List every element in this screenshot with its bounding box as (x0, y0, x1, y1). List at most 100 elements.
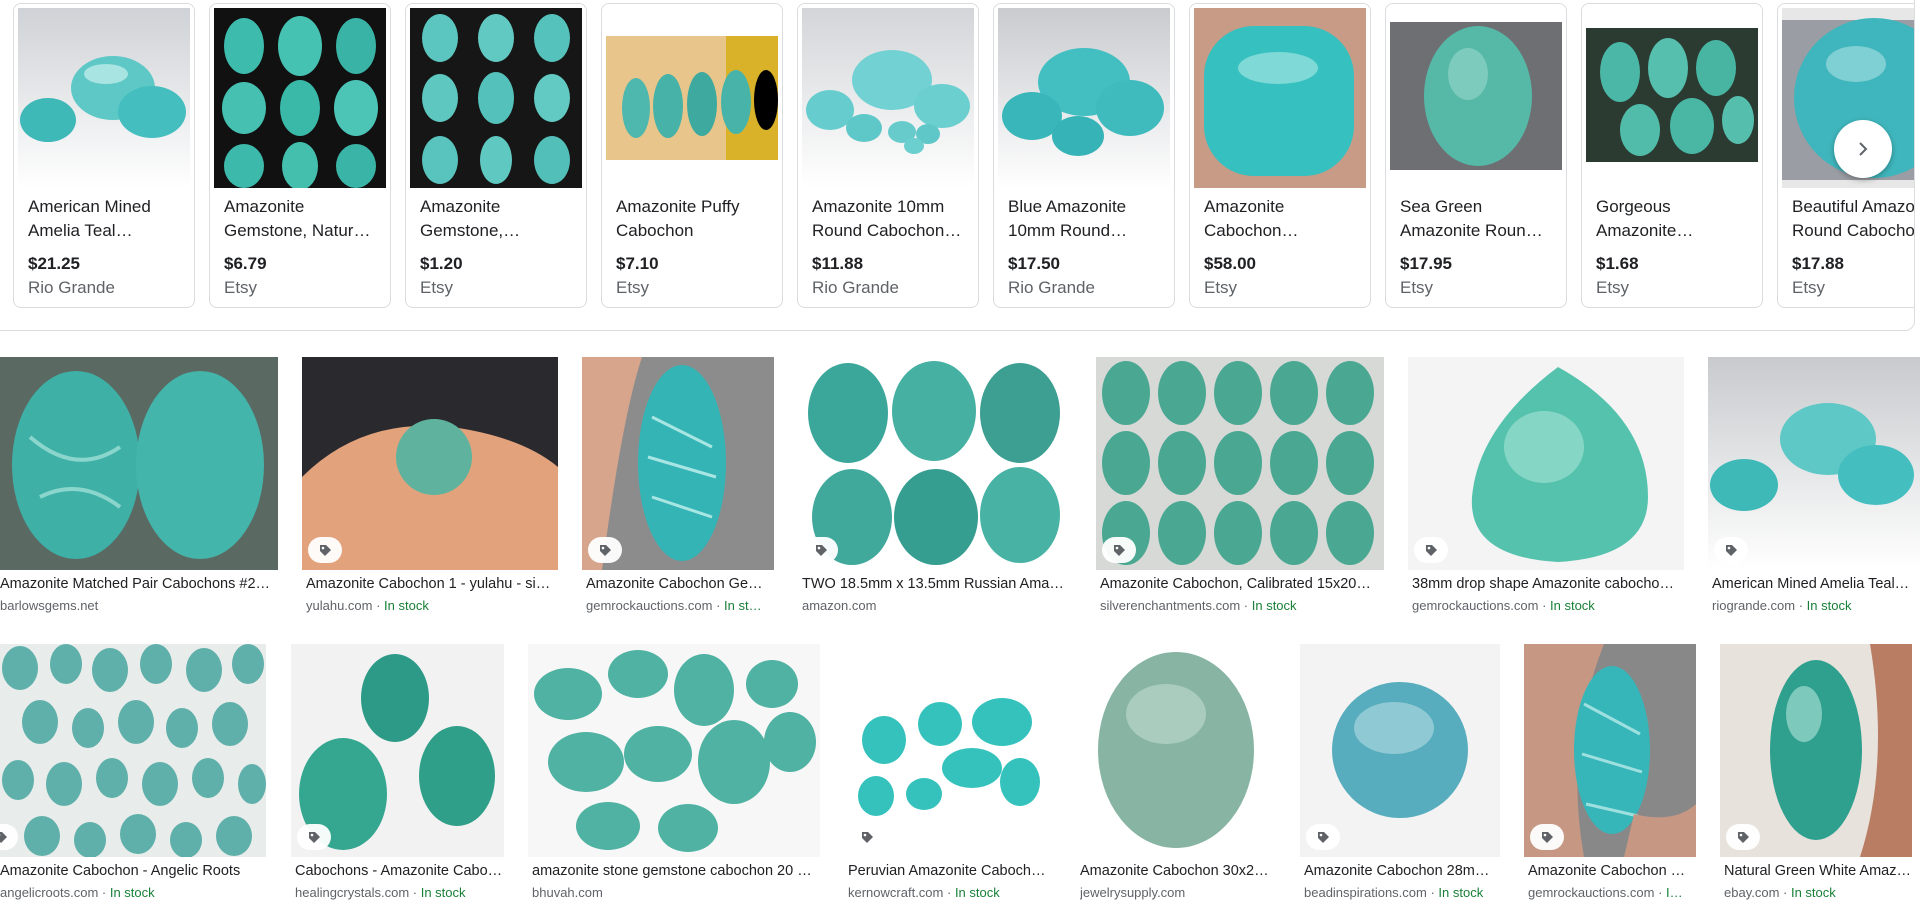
result-source: yulahu.com · In stock (306, 598, 429, 613)
price-tag-icon (600, 545, 611, 556)
product-seller: Etsy (616, 278, 650, 297)
product-price: $1.68 (1596, 254, 1639, 273)
product-seller: Etsy (1400, 278, 1434, 297)
product-title[interactable]: Blue Amazonite 10mm Round Cabochon (1008, 195, 1160, 243)
product-card[interactable]: Amazonite Cabochon Gemstone $58.00 Etsy (1189, 3, 1371, 308)
shopping-tag (588, 537, 622, 563)
image-result[interactable]: American Mined Amelia Teal… riogrande.co… (1708, 357, 1920, 619)
product-title[interactable]: Amazonite Gemstone, Amazonite Cabochon (420, 195, 572, 243)
product-title[interactable]: Amazonite Gemstone, Natural Amazonite (224, 195, 376, 243)
product-seller: Etsy (1596, 278, 1630, 297)
result-caption[interactable]: Cabochons - Amazonite Cabo… (295, 863, 504, 879)
product-seller: Etsy (1792, 278, 1826, 297)
price-tag-icon (1114, 545, 1125, 556)
product-card[interactable]: American Mined Amelia Teal Amazonite $21… (13, 3, 195, 308)
product-title[interactable]: American Mined Amelia Teal Amazonite (28, 195, 180, 243)
result-source: gemrockauctions.com · In st… (586, 598, 762, 613)
product-title[interactable]: Amazonite Puffy Cabochon (616, 195, 768, 243)
shopping-tag (1306, 824, 1340, 850)
result-image (1096, 357, 1384, 570)
product-card[interactable]: Amazonite Gemstone, Natural Amazonite $6… (209, 3, 391, 308)
result-source: riogrande.com · In stock (1712, 598, 1852, 613)
result-caption[interactable]: Amazonite Cabochon 1 - yulahu - si… (306, 576, 558, 592)
price-tag-icon (1738, 832, 1749, 843)
result-caption[interactable]: TWO 18.5mm x 13.5mm Russian Ama… (802, 576, 1072, 592)
result-caption[interactable]: Peruvian Amazonite Caboch… (848, 863, 1052, 879)
shopping-tag (308, 537, 342, 563)
result-source: bhuvah.com (532, 885, 603, 900)
carousel-next-button[interactable] (1834, 120, 1892, 178)
result-caption[interactable]: Amazonite Cabochon 28m… (1304, 863, 1500, 879)
product-price: $6.79 (224, 254, 267, 273)
result-caption[interactable]: amazonite stone gemstone cabochon 20 … (532, 863, 820, 879)
image-result[interactable]: Amazonite Cabochon 30x2… jewelrysupply.c… (1076, 644, 1276, 906)
image-result[interactable]: Peruvian Amazonite Caboch… kernowcraft.c… (844, 644, 1052, 906)
product-card[interactable]: Gorgeous Amazonite Cabochon $1.68 Etsy (1581, 3, 1763, 308)
price-tag-icon (1542, 832, 1553, 843)
product-card[interactable]: Blue Amazonite 10mm Round Cabochon $17.5… (993, 3, 1175, 308)
product-seller: Etsy (420, 278, 454, 297)
product-price: $7.10 (616, 254, 659, 273)
shopping-tag (297, 824, 331, 850)
price-tag-icon (320, 545, 331, 556)
result-caption[interactable]: Amazonite Cabochon, Calibrated 15x20… (1100, 576, 1384, 592)
result-image (0, 357, 278, 570)
result-source: amazon.com (802, 598, 877, 613)
result-caption[interactable]: 38mm drop shape Amazonite cabocho… (1412, 576, 1684, 592)
result-caption[interactable]: Natural Green White Amaz… (1724, 863, 1912, 879)
result-source: jewelrysupply.com (1080, 885, 1186, 900)
image-result[interactable]: Cabochons - Amazonite Cabo… healingcryst… (291, 644, 504, 906)
product-image (802, 8, 974, 188)
product-seller: Rio Grande (1008, 278, 1095, 297)
shopping-tag (1102, 537, 1136, 563)
result-caption[interactable]: Amazonite Matched Pair Cabochons #24… (0, 576, 278, 592)
image-result[interactable]: Amazonite Matched Pair Cabochons #24… ba… (0, 357, 278, 619)
product-image (1586, 8, 1758, 188)
result-caption[interactable]: American Mined Amelia Teal… (1712, 576, 1920, 592)
image-result[interactable]: Amazonite Cabochon Ge… gemrockauctions.c… (582, 357, 774, 619)
image-result[interactable]: Amazonite Cabochon, Calibrated 15x20… si… (1096, 357, 1384, 619)
result-caption[interactable]: Amazonite Cabochon - Angelic Roots (0, 863, 266, 879)
product-card[interactable]: Amazonite Puffy Cabochon $7.10 Etsy (601, 3, 783, 308)
image-result[interactable]: Amazonite Cabochon 1 - yulahu - si… yula… (302, 357, 558, 619)
product-seller: Rio Grande (812, 278, 899, 297)
result-source: gemrockauctions.com · I… (1528, 885, 1683, 900)
shopping-tag (1714, 537, 1748, 563)
result-source: silverenchantments.com · In stock (1100, 598, 1297, 613)
image-result[interactable]: amazonite stone gemstone cabochon 20 … b… (528, 644, 820, 906)
product-image (214, 8, 386, 188)
image-result[interactable]: Amazonite Cabochon … gemrockauctions.com… (1524, 644, 1696, 906)
product-price: $1.20 (420, 254, 463, 273)
product-title[interactable]: Beautiful Amazonite Round Cabochon (1792, 195, 1914, 243)
image-result[interactable]: TWO 18.5mm x 13.5mm Russian Ama… amazon.… (798, 357, 1072, 619)
product-title[interactable]: Sea Green Amazonite Round Cabochon (1400, 195, 1552, 243)
image-result[interactable]: Amazonite Cabochon 28m… beadinspirations… (1300, 644, 1500, 906)
product-title[interactable]: Amazonite 10mm Round Cabochon Gemstone (812, 195, 964, 243)
result-image (1076, 644, 1276, 857)
product-image (1390, 8, 1562, 188)
result-caption[interactable]: Amazonite Cabochon … (1528, 863, 1696, 879)
product-title[interactable]: Gorgeous Amazonite Cabochon (1596, 195, 1748, 243)
result-source: barlowsgems.net (0, 598, 99, 613)
image-result[interactable]: Amazonite Cabochon - Angelic Roots angel… (0, 644, 266, 906)
result-source: beadinspirations.com · In stock (1304, 885, 1484, 900)
product-card[interactable]: Sea Green Amazonite Round Cabochon $17.9… (1385, 3, 1567, 308)
result-caption[interactable]: Amazonite Cabochon 30x2… (1080, 863, 1276, 879)
result-caption[interactable]: Amazonite Cabochon Ge… (586, 576, 774, 592)
chevron-right-icon (1859, 142, 1868, 156)
product-title[interactable]: Amazonite Cabochon Gemstone (1204, 195, 1356, 243)
product-price: $17.50 (1008, 254, 1060, 273)
product-image (18, 8, 190, 188)
image-result[interactable]: 38mm drop shape Amazonite cabocho… gemro… (1408, 357, 1684, 619)
product-price: $11.88 (812, 254, 864, 273)
price-tag-icon (0, 832, 7, 843)
product-seller: Etsy (1204, 278, 1238, 297)
shopping-tag (1530, 824, 1564, 850)
image-result[interactable]: Natural Green White Amaz… ebay.com · In … (1720, 644, 1912, 906)
result-image (528, 644, 820, 857)
product-image (998, 8, 1170, 188)
product-seller: Etsy (224, 278, 258, 297)
shopping-tag (1726, 824, 1760, 850)
product-card[interactable]: Amazonite 10mm Round Cabochon Gemstone $… (797, 3, 979, 308)
product-card[interactable]: Amazonite Gemstone, Amazonite Cabochon $… (405, 3, 587, 308)
